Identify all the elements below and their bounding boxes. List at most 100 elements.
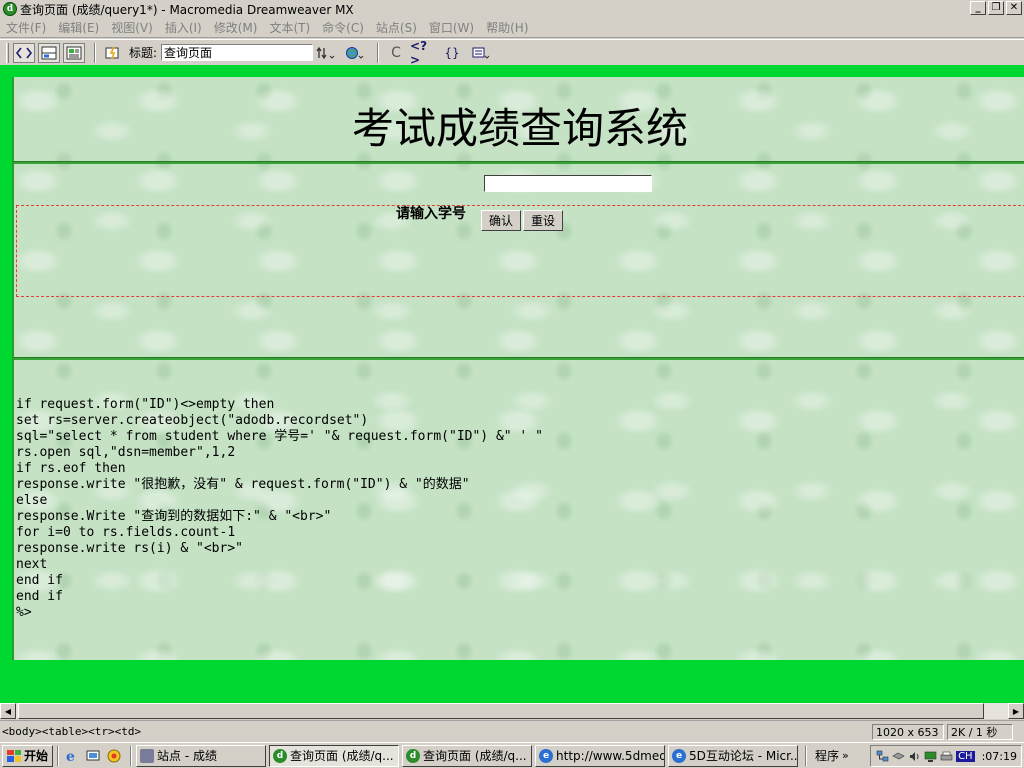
programs-toolbar-label[interactable]: 程序 (815, 747, 839, 764)
scroll-left-icon[interactable]: ◀ (0, 703, 16, 719)
scroll-right-icon[interactable]: ▶ (1008, 703, 1024, 719)
code-line: end if (16, 589, 63, 604)
menu-commands[interactable]: 命令(C) (322, 19, 364, 36)
scrollbar-track[interactable] (16, 703, 1008, 719)
title-label: 标题: (129, 46, 158, 60)
page-heading: 考试成绩查询系统 (351, 104, 688, 153)
printer-icon[interactable] (940, 750, 953, 763)
menu-bar: 文件(F) 编辑(E) 视图(V) 插入(I) 修改(M) 文本(T) 命令(C… (0, 18, 1024, 38)
svg-text:e: e (66, 749, 75, 764)
scrollbar-thumb[interactable] (18, 703, 984, 719)
task-label: 5D互动论坛 - Micr... (689, 749, 799, 763)
code-line: response.write "很抱歉，没有" & request.form("… (16, 477, 470, 492)
input-method-indicator[interactable]: CH (956, 750, 975, 762)
code-line: end if (16, 573, 63, 588)
task-label: 查询页面 (成绩/q... (290, 749, 394, 763)
window-controls: _ ❐ ✕ (970, 1, 1022, 15)
menu-modify[interactable]: 修改(M) (214, 19, 258, 36)
code-line: set rs=server.createobject("adodb.record… (16, 413, 369, 428)
code-line: %> (16, 605, 32, 620)
windows-logo-icon (7, 749, 21, 762)
menu-file[interactable]: 文件(F) (6, 19, 46, 36)
ie-icon: e (672, 748, 687, 763)
system-tray: CH :07:19 (870, 745, 1022, 767)
taskbar-separator (57, 745, 60, 766)
menu-insert[interactable]: 插入(I) (165, 19, 202, 36)
code-line: sql="select * from student where 学号=' "&… (16, 429, 543, 444)
task-dreamweaver-query-button-2[interactable]: d 查询页面 (成绩/q... (402, 744, 533, 767)
student-id-input[interactable] (484, 175, 652, 192)
table-row-divider (14, 357, 1024, 360)
code-line: response.write rs(i) & "<br>" (16, 541, 243, 556)
reset-button[interactable]: 重设 (523, 210, 564, 231)
desktop-quicklaunch-icon[interactable] (84, 747, 102, 765)
design-view-icon[interactable] (63, 42, 85, 63)
code-line: response.Write "查询到的数据如下:" & "<br>" (16, 509, 332, 524)
horizontal-scrollbar[interactable]: ◀ ▶ (0, 703, 1024, 719)
chevron-right-icon[interactable]: » (842, 749, 849, 762)
task-dreamweaver-query-button[interactable]: d 查询页面 (成绩/q... (269, 744, 400, 767)
task-label: 站点 - 成绩 (157, 749, 217, 763)
clock[interactable]: :07:19 (982, 750, 1017, 763)
visual-aids-icon[interactable] (468, 43, 494, 63)
volume-icon[interactable] (908, 750, 921, 763)
page-layout-table[interactable]: 考试成绩查询系统 请输入学号 确认 重设 if request.form("ID… (12, 77, 1024, 660)
start-button[interactable]: 开始 (2, 744, 54, 767)
window-title: 查询页面 (成绩/query1*) - Macromedia Dreamweav… (20, 2, 354, 17)
menu-window[interactable]: 窗口(W) (429, 19, 474, 36)
taskbar-separator (805, 745, 808, 766)
student-id-label: 请输入学号 (396, 206, 466, 222)
page-title-input[interactable] (161, 44, 314, 61)
code-line: if request.form("ID")<>empty then (16, 397, 275, 412)
task-site-button[interactable]: 站点 - 成绩 (136, 744, 267, 767)
code-line: if rs.eof then (16, 461, 126, 476)
task-label: http://www.5dmed... (556, 748, 664, 763)
drive-icon[interactable] (892, 750, 905, 763)
site-icon (140, 748, 155, 763)
code-line: next (16, 557, 48, 572)
window-title-bar[interactable]: d 查询页面 (成绩/query1*) - Macromedia Dreamwe… (0, 0, 1024, 18)
minimize-button[interactable]: _ (970, 1, 986, 15)
start-label: 开始 (24, 749, 49, 763)
close-button[interactable]: ✕ (1006, 1, 1022, 15)
code-line: rs.open sql,"dsn=member",1,2 (16, 445, 236, 460)
view-options-icon[interactable]: {} (439, 43, 465, 63)
network-icon[interactable] (876, 750, 889, 763)
code-line: for i=0 to rs.fields.count-1 (16, 525, 236, 540)
dreamweaver-icon: d (3, 2, 17, 16)
dreamweaver-icon: d (406, 748, 421, 763)
code-view-icon[interactable] (13, 42, 35, 63)
refresh-icon[interactable]: C (385, 43, 407, 63)
ie-icon: e (539, 748, 554, 763)
confirm-button[interactable]: 确认 (481, 210, 522, 231)
monitor-icon[interactable] (924, 750, 937, 763)
taskbar-separator (130, 745, 133, 766)
code-line: else (16, 493, 48, 508)
menu-text[interactable]: 文本(T) (269, 19, 310, 36)
table-row-divider (14, 161, 1024, 164)
maximize-button[interactable]: ❐ (988, 1, 1004, 15)
toolbar-separator (377, 42, 380, 63)
media-player-quicklaunch-icon[interactable] (105, 747, 123, 765)
window-size-indicator[interactable]: 1020 x 653 (872, 724, 944, 740)
menu-site[interactable]: 站点(S) (376, 19, 417, 36)
preview-browser-icon[interactable] (342, 43, 368, 63)
download-stats: 2K / 1 秒 (947, 724, 1013, 740)
ie-quicklaunch-icon[interactable]: e (63, 747, 81, 765)
dreamweaver-icon: d (273, 748, 288, 763)
task-forum-browser-button[interactable]: e 5D互动论坛 - Micr... (668, 744, 799, 767)
menu-edit[interactable]: 编辑(E) (58, 19, 99, 36)
menu-help[interactable]: 帮助(H) (486, 19, 528, 36)
live-data-icon[interactable] (102, 43, 124, 63)
document-window[interactable]: 考试成绩查询系统 请输入学号 确认 重设 if request.form("ID… (0, 65, 1024, 703)
asp-code-block[interactable]: if request.form("ID")<>empty then set rs=… (16, 397, 543, 621)
code-navigation-icon[interactable]: <?> (410, 39, 436, 67)
tag-selector[interactable]: <body><table><tr><td> (2, 725, 141, 738)
task-label: 查询页面 (成绩/q... (423, 749, 527, 763)
task-browser-button[interactable]: e http://www.5dmed... (535, 744, 666, 767)
menu-view[interactable]: 视图(V) (111, 19, 153, 36)
toolbar-separator (94, 42, 96, 63)
file-management-icon[interactable] (313, 43, 339, 63)
toolbar-grip[interactable] (6, 42, 9, 63)
split-view-icon[interactable] (38, 42, 60, 63)
